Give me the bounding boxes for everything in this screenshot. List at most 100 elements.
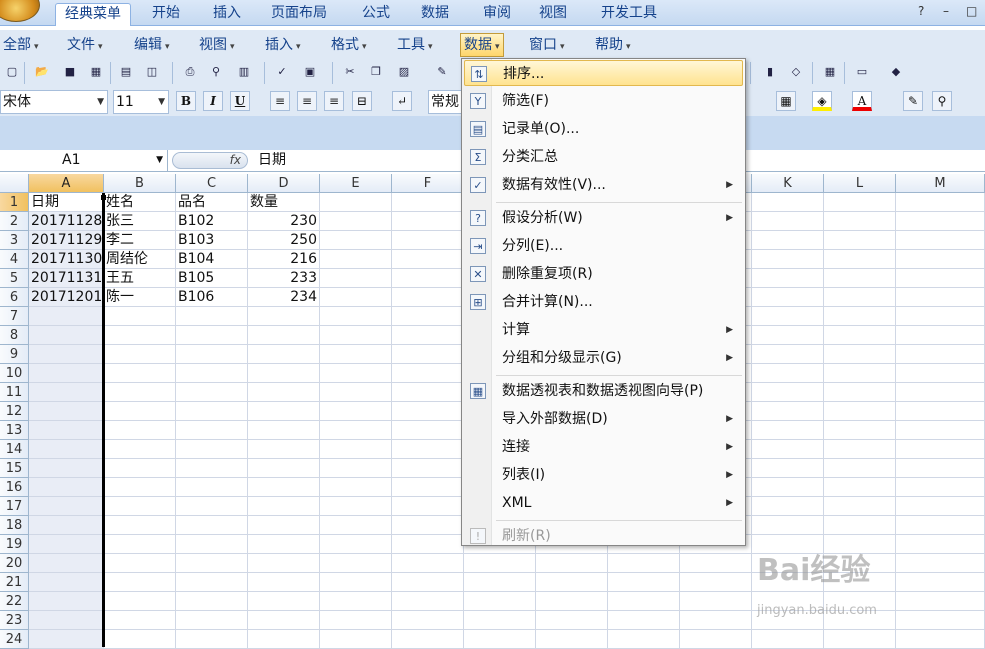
research2-icon[interactable]: ▣ (300, 62, 320, 82)
cell[interactable] (752, 383, 824, 402)
cell[interactable] (320, 212, 392, 231)
cell[interactable] (29, 345, 104, 364)
cell[interactable] (392, 307, 464, 326)
menu-item[interactable]: 计算 ▶ (464, 317, 743, 343)
cell[interactable] (320, 478, 392, 497)
cell[interactable] (392, 516, 464, 535)
cell[interactable] (29, 440, 104, 459)
fx-icon[interactable]: fx (172, 152, 248, 169)
menu-item[interactable]: ▤ 记录单(O)... (464, 116, 743, 142)
grid-icon[interactable]: ▦ (820, 62, 840, 82)
cut-icon[interactable]: ✂ (340, 62, 360, 82)
cell[interactable] (29, 554, 104, 573)
row-header[interactable]: 15 (0, 459, 29, 478)
cell[interactable]: B104 (176, 250, 248, 269)
cell[interactable] (104, 630, 176, 649)
column-header[interactable]: B (104, 174, 176, 193)
column-header[interactable]: F (392, 174, 464, 193)
cell[interactable] (824, 345, 896, 364)
cell[interactable] (752, 421, 824, 440)
cell[interactable] (248, 592, 320, 611)
cell[interactable] (392, 573, 464, 592)
font-size-select[interactable]: 11 ▼ (113, 90, 169, 114)
menu-data[interactable]: 数据 ▾ (460, 33, 504, 57)
row-header[interactable]: 20 (0, 554, 29, 573)
column-header[interactable]: K (752, 174, 824, 193)
cell[interactable] (248, 478, 320, 497)
cell[interactable]: 李二 (104, 231, 176, 250)
cell[interactable] (824, 421, 896, 440)
menu-item[interactable]: ⊞ 合并计算(N)... (464, 289, 743, 315)
cell[interactable] (752, 459, 824, 478)
restore-icon[interactable]: □ (966, 4, 977, 18)
cell[interactable]: 233 (248, 269, 320, 288)
cell[interactable] (104, 421, 176, 440)
font-name-select[interactable]: 宋体 ▼ (0, 90, 108, 114)
cell[interactable] (320, 402, 392, 421)
cell[interactable] (824, 478, 896, 497)
menu-item[interactable]: 列表(I) ▶ (464, 462, 743, 488)
cell[interactable] (896, 231, 985, 250)
cell[interactable] (104, 478, 176, 497)
cell[interactable] (29, 402, 104, 421)
cell[interactable]: 张三 (104, 212, 176, 231)
row-header[interactable]: 1 (0, 193, 29, 212)
cell[interactable]: 216 (248, 250, 320, 269)
cell[interactable] (896, 554, 985, 573)
cell[interactable] (392, 440, 464, 459)
menu-item[interactable]: Σ 分类汇总 (464, 144, 743, 170)
cell[interactable] (752, 212, 824, 231)
cell[interactable] (752, 269, 824, 288)
folder-icon[interactable]: ▭ (852, 62, 872, 82)
cell[interactable] (896, 440, 985, 459)
cell[interactable] (320, 440, 392, 459)
row-header[interactable]: 8 (0, 326, 29, 345)
column-header[interactable]: A (29, 174, 104, 193)
cell[interactable] (248, 440, 320, 459)
row-header[interactable]: 11 (0, 383, 29, 402)
row-header[interactable]: 23 (0, 611, 29, 630)
cell[interactable] (29, 611, 104, 630)
menu-item[interactable]: 分组和分级显示(G) ▶ (464, 345, 743, 371)
row-header[interactable]: 19 (0, 535, 29, 554)
permission-icon[interactable]: ◫ (142, 62, 162, 82)
row-header[interactable]: 14 (0, 440, 29, 459)
cell[interactable] (752, 193, 824, 212)
cell[interactable] (104, 554, 176, 573)
borders-icon[interactable]: ▦ (776, 91, 796, 111)
cell[interactable] (536, 611, 608, 630)
menu-item[interactable]: 窗口 ▾ (526, 34, 568, 56)
cell[interactable] (824, 497, 896, 516)
cell[interactable] (752, 516, 824, 535)
cell[interactable] (29, 573, 104, 592)
cell[interactable] (896, 212, 985, 231)
cell[interactable] (824, 459, 896, 478)
cell[interactable]: B105 (176, 269, 248, 288)
cell[interactable] (176, 611, 248, 630)
cell[interactable] (29, 364, 104, 383)
cell[interactable] (248, 421, 320, 440)
cell[interactable]: 234 (248, 288, 320, 307)
cell[interactable] (680, 592, 752, 611)
cell[interactable] (752, 288, 824, 307)
row-header[interactable]: 4 (0, 250, 29, 269)
cell[interactable] (464, 554, 536, 573)
cell[interactable] (896, 288, 985, 307)
ribbon-tab[interactable]: 开发工具 (592, 3, 666, 26)
cell[interactable] (752, 402, 824, 421)
cell[interactable] (320, 535, 392, 554)
cell[interactable] (320, 554, 392, 573)
cell[interactable] (320, 269, 392, 288)
cell[interactable] (392, 212, 464, 231)
cell[interactable] (104, 307, 176, 326)
cell[interactable] (896, 193, 985, 212)
cell[interactable] (896, 592, 985, 611)
cell[interactable] (392, 554, 464, 573)
excel-icon[interactable]: ▦ (86, 62, 106, 82)
cell[interactable] (536, 573, 608, 592)
cell[interactable]: 20171131 (29, 269, 104, 288)
print-preview-icon[interactable]: ▤ (116, 62, 136, 82)
chart-icon[interactable]: ▮ (760, 62, 780, 82)
spelling-icon[interactable]: ✓ (272, 62, 292, 82)
column-header[interactable]: D (248, 174, 320, 193)
